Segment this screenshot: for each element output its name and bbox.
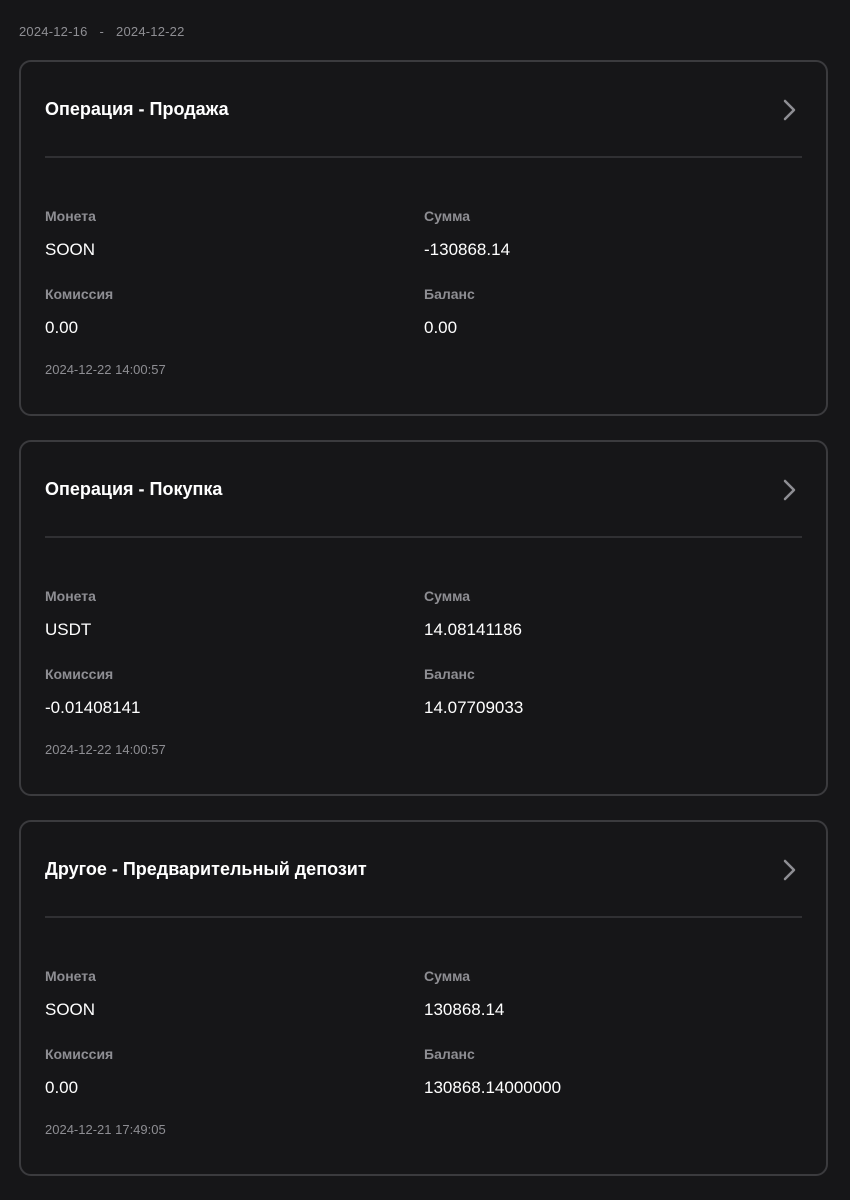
amount-field: Сумма 130868.14 [424,968,784,1020]
coin-field: Монета SOON [45,968,405,1020]
balance-value: 130868.14000000 [424,1078,562,1097]
date-range-filter[interactable]: 2024-12-16 - 2024-12-22 [19,24,185,39]
balance-label: Баланс [424,286,475,302]
fee-field: Комиссия 0.00 [45,286,405,338]
transaction-card: Операция - Покупка Монета USDT Сумма 14.… [19,440,828,796]
coin-value: SOON [45,240,96,259]
transaction-card-header[interactable]: Другое - Предварительный депозит [45,822,802,918]
balance-field: Баланс 14.07709033 [424,666,784,718]
amount-label: Сумма [424,588,471,604]
balance-value: 0.00 [424,318,458,337]
chevron-right-icon[interactable] [782,98,798,122]
amount-label: Сумма [424,208,471,224]
chevron-right-icon[interactable] [782,858,798,882]
fee-label: Комиссия [45,1046,114,1062]
transaction-timestamp: 2024-12-22 14:00:57 [45,742,166,757]
fee-value: 0.00 [45,1078,79,1097]
amount-value: 130868.14 [424,1000,505,1019]
coin-field: Монета USDT [45,588,405,640]
transaction-timestamp: 2024-12-21 17:49:05 [45,1122,166,1137]
transaction-card-header[interactable]: Операция - Продажа [45,62,802,158]
balance-field: Баланс 130868.14000000 [424,1046,784,1098]
transaction-card: Операция - Продажа Монета SOON Сумма -13… [19,60,828,416]
transaction-title: Другое - Предварительный депозит [45,859,367,879]
transaction-card: Другое - Предварительный депозит Монета … [19,820,828,1176]
balance-value: 14.07709033 [424,698,524,717]
coin-label: Монета [45,968,96,984]
coin-value: SOON [45,1000,96,1019]
transaction-card-header[interactable]: Операция - Покупка [45,442,802,538]
coin-label: Монета [45,208,96,224]
coin-value: USDT [45,620,92,639]
date-range-end: 2024-12-22 [116,24,185,39]
fee-field: Комиссия -0.01408141 [45,666,405,718]
chevron-right-icon[interactable] [782,478,798,502]
coin-label: Монета [45,588,96,604]
fee-value: -0.01408141 [45,698,141,717]
coin-field: Монета SOON [45,208,405,260]
fee-field: Комиссия 0.00 [45,1046,405,1098]
amount-field: Сумма -130868.14 [424,208,784,260]
balance-field: Баланс 0.00 [424,286,784,338]
transaction-title: Операция - Продажа [45,99,229,119]
date-range-separator: - [99,24,105,39]
transaction-title: Операция - Покупка [45,479,223,499]
amount-field: Сумма 14.08141186 [424,588,784,640]
amount-label: Сумма [424,968,471,984]
balance-label: Баланс [424,1046,475,1062]
transaction-timestamp: 2024-12-22 14:00:57 [45,362,166,377]
date-range-start: 2024-12-16 [19,24,88,39]
transaction-list: Операция - Продажа Монета SOON Сумма -13… [19,60,828,1200]
balance-label: Баланс [424,666,475,682]
fee-value: 0.00 [45,318,79,337]
fee-label: Комиссия [45,666,114,682]
amount-value: -130868.14 [424,240,511,259]
fee-label: Комиссия [45,286,114,302]
amount-value: 14.08141186 [424,620,523,639]
